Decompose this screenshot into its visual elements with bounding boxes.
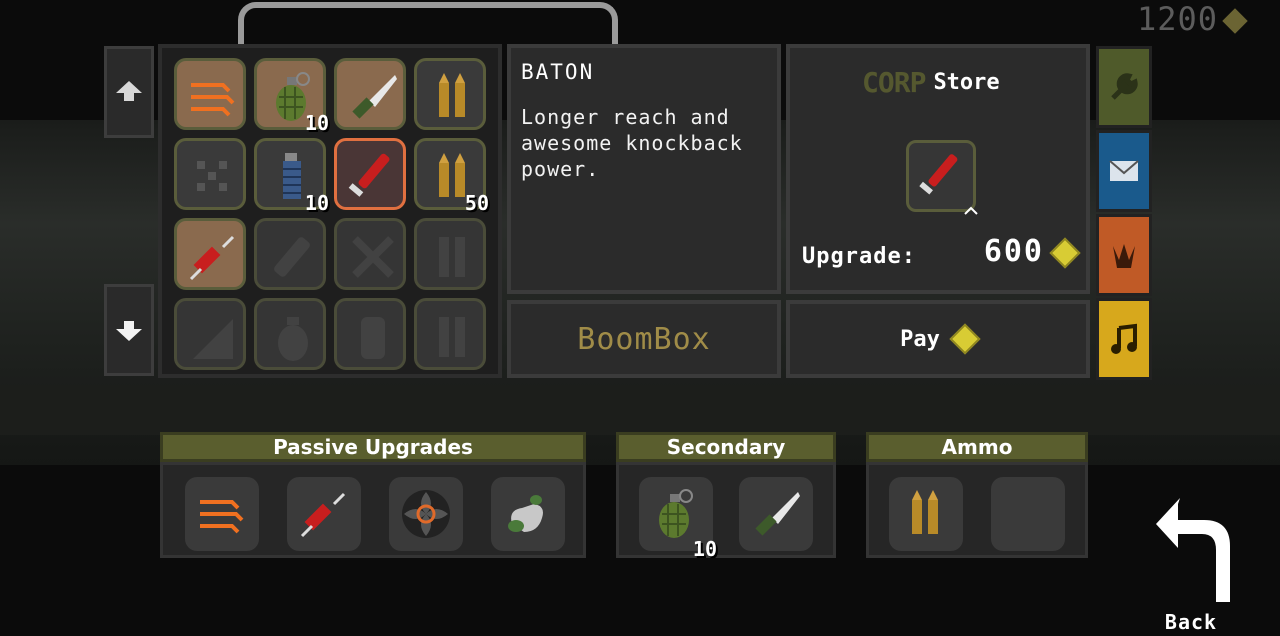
inventory-slot-locked[interactable]: [254, 298, 326, 370]
equipped-slot[interactable]: [389, 477, 463, 551]
syringe-icon: [189, 235, 235, 281]
speed-arrows-icon: [200, 500, 244, 534]
inventory-slot-locked[interactable]: [414, 218, 486, 290]
equipped-slot[interactable]: [491, 477, 565, 551]
mail-icon: [1109, 160, 1139, 181]
panel-handle: [238, 2, 618, 46]
target-fan-icon: [402, 490, 450, 538]
shuriken-icon: [197, 161, 227, 191]
inventory-slot[interactable]: 50: [414, 138, 489, 215]
claw-icon: [1113, 244, 1135, 268]
equipped-slot[interactable]: [889, 477, 963, 551]
inventory-slot-locked[interactable]: [174, 298, 246, 370]
inventory-slot[interactable]: [174, 218, 246, 290]
inventory-slot[interactable]: [174, 58, 246, 130]
store-item-preview: [906, 140, 978, 215]
coin-icon: [1049, 237, 1081, 269]
scroll-up-button[interactable]: [104, 46, 154, 138]
upgrade-label: Upgrade:: [802, 244, 916, 269]
equipped-slot[interactable]: [739, 477, 813, 551]
inventory-slot-locked[interactable]: [254, 218, 326, 290]
knife-icon: [352, 75, 397, 119]
inventory-slot-locked[interactable]: [334, 218, 406, 290]
inventory-slot-selected[interactable]: [334, 138, 406, 210]
speed-arrows-icon: [191, 83, 235, 117]
tab-upgrades[interactable]: [1096, 46, 1152, 128]
item-title: BATON: [521, 60, 595, 84]
store-header: CORP Store: [862, 66, 1000, 99]
item-count: 10: [692, 537, 717, 561]
wrench-icon: [1111, 73, 1138, 100]
locked-item-icon: [439, 237, 465, 277]
item-description-panel: BATON Longer reach and awesome knockback…: [507, 44, 781, 294]
locked-item-icon: [439, 317, 465, 357]
equipped-slot[interactable]: [287, 477, 361, 551]
equipped-slot-empty[interactable]: [991, 477, 1065, 551]
syringe-icon: [300, 492, 346, 538]
tab-music[interactable]: [1096, 298, 1152, 380]
fist-icon: [508, 495, 543, 532]
item-count: 10: [304, 191, 329, 215]
arrow-up-icon: [116, 81, 142, 101]
inventory-slot-locked[interactable]: [334, 298, 406, 370]
store-label: Store: [933, 70, 1000, 95]
secondary-slots: 10: [616, 462, 836, 561]
coin-icon: [949, 323, 981, 355]
tab-mail[interactable]: [1096, 130, 1152, 212]
ammo-slots: [866, 462, 1088, 558]
inventory-slot[interactable]: [414, 58, 486, 130]
inventory-grid: 10 10 50: [158, 44, 502, 378]
back-button[interactable]: Back: [1150, 494, 1232, 636]
locked-item-icon: [278, 317, 308, 361]
item-description: Longer reach and awesome knockback power…: [521, 105, 743, 181]
inventory-slot-locked[interactable]: [414, 298, 486, 370]
pay-label: Pay: [900, 326, 940, 352]
arrow-down-icon: [116, 321, 142, 341]
locked-item-icon: [352, 236, 394, 278]
passive-upgrades-header: Passive Upgrades: [160, 432, 586, 462]
item-count: 50: [464, 191, 489, 215]
back-label: Back: [1164, 610, 1218, 634]
coin-icon: [1222, 8, 1248, 34]
background-floor: [0, 385, 1280, 435]
passive-upgrades-slots: [160, 462, 586, 558]
upgrade-chevron-icon: [964, 206, 978, 215]
store-panel: CORP Store Upgrade: 600: [786, 44, 1090, 294]
ammo-icon: [912, 490, 938, 534]
scroll-down-button[interactable]: [104, 284, 154, 376]
inventory-slot[interactable]: 10: [254, 138, 329, 215]
locked-item-icon: [193, 319, 233, 359]
upgrade-price: 600: [983, 234, 1044, 269]
back-arrow-icon: [1156, 498, 1230, 602]
corp-logo: CORP: [862, 66, 926, 99]
pay-button[interactable]: Pay: [786, 300, 1090, 378]
currency-display: 1200: [1136, 0, 1248, 38]
locked-item-icon: [361, 317, 385, 359]
ammo-icon: [439, 73, 465, 117]
baton-icon: [919, 154, 958, 195]
currency-amount: 1200: [1136, 0, 1218, 38]
inventory-slot[interactable]: [174, 138, 246, 210]
music-icon: [1111, 323, 1137, 354]
ammo-header: Ammo: [866, 432, 1088, 462]
equipped-slot[interactable]: [185, 477, 259, 551]
inventory-slot[interactable]: 10: [254, 58, 329, 135]
equipped-slot[interactable]: 10: [639, 477, 717, 561]
tab-creatures[interactable]: [1096, 214, 1152, 296]
secondary-header: Secondary: [616, 432, 836, 462]
baton-icon: [348, 153, 390, 197]
item-count: 10: [304, 111, 329, 135]
grenade-icon: [659, 489, 693, 538]
locked-item-icon: [274, 237, 310, 277]
knife-icon: [755, 492, 800, 536]
boombox-button[interactable]: BoomBox: [507, 300, 781, 378]
inventory-slot[interactable]: [334, 58, 406, 130]
